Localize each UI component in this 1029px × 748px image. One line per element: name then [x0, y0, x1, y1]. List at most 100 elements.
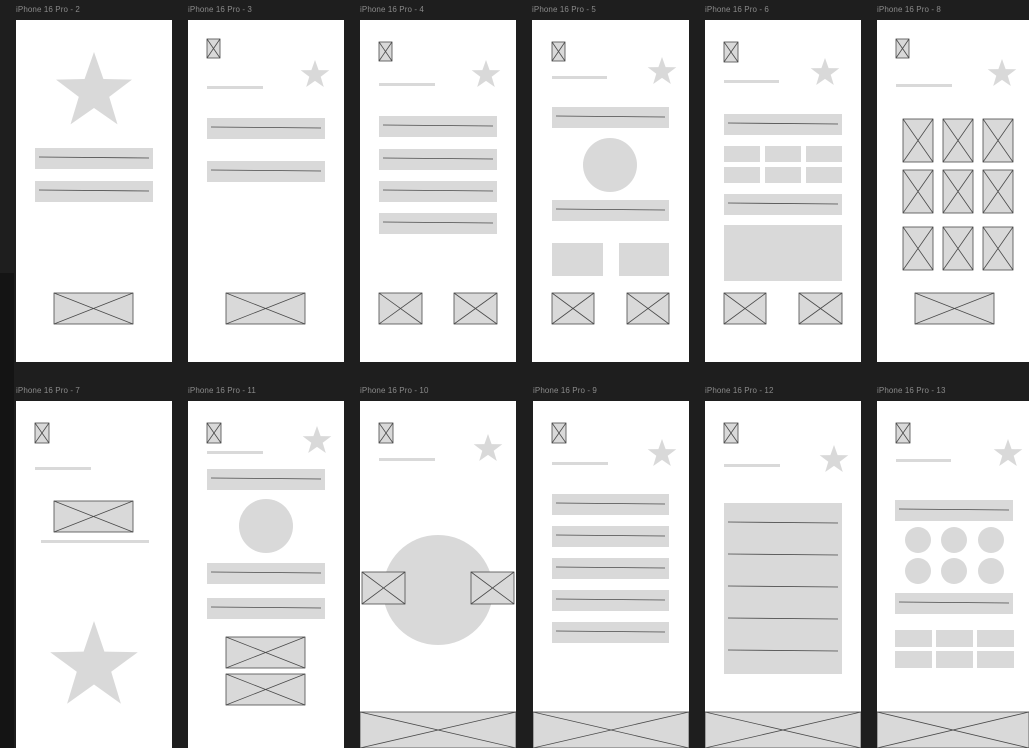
- frame-label[interactable]: iPhone 16 Pro - 8: [877, 5, 941, 14]
- star-icon: [300, 60, 330, 87]
- input-placeholder: [379, 213, 497, 234]
- bottom-bar-placeholder: [877, 711, 1029, 748]
- input-placeholder: [379, 181, 497, 202]
- image-placeholder: [798, 292, 843, 325]
- image-placeholder: [982, 226, 1014, 271]
- star-icon: [810, 58, 840, 85]
- frame-iphone-4[interactable]: [360, 20, 516, 362]
- star-icon: [473, 434, 503, 461]
- frame-label[interactable]: iPhone 16 Pro - 4: [360, 5, 424, 14]
- canvas-edge: [0, 273, 14, 748]
- image-placeholder: [378, 292, 423, 325]
- image-icon: [551, 422, 567, 444]
- title-line: [896, 84, 952, 87]
- title-line: [379, 458, 435, 461]
- title-line: [207, 86, 263, 89]
- star-icon: [50, 621, 138, 704]
- chip-placeholder: [765, 146, 801, 162]
- content-block: [724, 225, 842, 281]
- input-placeholder: [552, 526, 669, 547]
- image-placeholder: [53, 292, 134, 325]
- image-placeholder: [723, 292, 767, 325]
- image-placeholder: [361, 571, 406, 605]
- avatar-placeholder: [905, 558, 931, 584]
- frame-iphone-9[interactable]: [533, 401, 689, 748]
- input-placeholder: [207, 118, 325, 139]
- avatar-placeholder: [239, 499, 293, 553]
- input-placeholder: [552, 494, 669, 515]
- chip-placeholder: [895, 630, 932, 647]
- frame-iphone-12[interactable]: [705, 401, 861, 748]
- image-icon: [378, 41, 393, 62]
- title-line: [724, 464, 780, 467]
- input-placeholder: [552, 107, 669, 128]
- frame-iphone-10[interactable]: [360, 401, 516, 748]
- star-icon: [819, 445, 849, 472]
- avatar-placeholder: [978, 527, 1004, 553]
- bottom-bar-placeholder: [533, 711, 689, 748]
- image-placeholder: [942, 169, 974, 214]
- frame-iphone-11[interactable]: [188, 401, 344, 748]
- avatar-placeholder: [905, 527, 931, 553]
- bottom-bar-placeholder: [360, 711, 516, 748]
- chip-placeholder: [936, 651, 973, 668]
- chip-placeholder: [806, 167, 842, 183]
- frame-label[interactable]: iPhone 16 Pro - 6: [705, 5, 769, 14]
- image-icon: [723, 41, 739, 63]
- star-icon: [993, 439, 1023, 466]
- frame-label[interactable]: iPhone 16 Pro - 12: [705, 386, 774, 395]
- frame-label[interactable]: iPhone 16 Pro - 9: [533, 386, 597, 395]
- image-icon: [551, 41, 566, 62]
- title-line: [35, 467, 91, 470]
- frame-label[interactable]: iPhone 16 Pro - 3: [188, 5, 252, 14]
- frame-iphone-3[interactable]: [188, 20, 344, 362]
- avatar-placeholder: [941, 527, 967, 553]
- input-placeholder: [379, 116, 497, 137]
- input-placeholder: [552, 200, 669, 221]
- star-icon: [647, 57, 677, 84]
- frame-iphone-8[interactable]: [877, 20, 1029, 362]
- frame-label[interactable]: iPhone 16 Pro - 10: [360, 386, 429, 395]
- star-icon: [987, 59, 1017, 86]
- frame-label[interactable]: iPhone 16 Pro - 7: [16, 386, 80, 395]
- frame-iphone-6[interactable]: [705, 20, 861, 362]
- input-placeholder: [552, 590, 669, 611]
- frame-iphone-7[interactable]: [16, 401, 172, 748]
- input-placeholder: [207, 469, 325, 490]
- frame-iphone-2[interactable]: [16, 20, 172, 362]
- frame-label[interactable]: iPhone 16 Pro - 5: [532, 5, 596, 14]
- input-placeholder: [35, 148, 153, 169]
- image-placeholder: [914, 292, 995, 325]
- input-placeholder: [552, 622, 669, 643]
- input-placeholder: [724, 114, 842, 135]
- chip-placeholder: [765, 167, 801, 183]
- bottom-bar-placeholder: [705, 711, 861, 748]
- image-icon: [723, 422, 739, 444]
- avatar-placeholder: [941, 558, 967, 584]
- chip-placeholder: [724, 146, 760, 162]
- image-placeholder: [942, 226, 974, 271]
- image-icon: [895, 422, 911, 444]
- title-line: [724, 80, 779, 83]
- star-icon: [471, 60, 501, 87]
- image-icon: [34, 422, 50, 444]
- image-placeholder: [453, 292, 498, 325]
- image-placeholder: [470, 571, 515, 605]
- chip-placeholder: [895, 651, 932, 668]
- star-icon: [56, 52, 132, 125]
- frame-label[interactable]: iPhone 16 Pro - 2: [16, 5, 80, 14]
- frame-iphone-5[interactable]: [532, 20, 689, 362]
- image-placeholder: [982, 169, 1014, 214]
- input-placeholder: [895, 500, 1013, 521]
- input-placeholder: [207, 598, 325, 619]
- input-placeholder: [379, 149, 497, 170]
- frame-label[interactable]: iPhone 16 Pro - 11: [188, 386, 256, 395]
- image-icon: [206, 38, 221, 59]
- star-icon: [647, 439, 677, 466]
- frame-label[interactable]: iPhone 16 Pro - 13: [877, 386, 946, 395]
- text-block-placeholder: [724, 503, 842, 674]
- frame-iphone-13[interactable]: [877, 401, 1029, 748]
- image-placeholder: [551, 292, 595, 325]
- star-icon: [302, 426, 332, 453]
- input-placeholder: [35, 181, 153, 202]
